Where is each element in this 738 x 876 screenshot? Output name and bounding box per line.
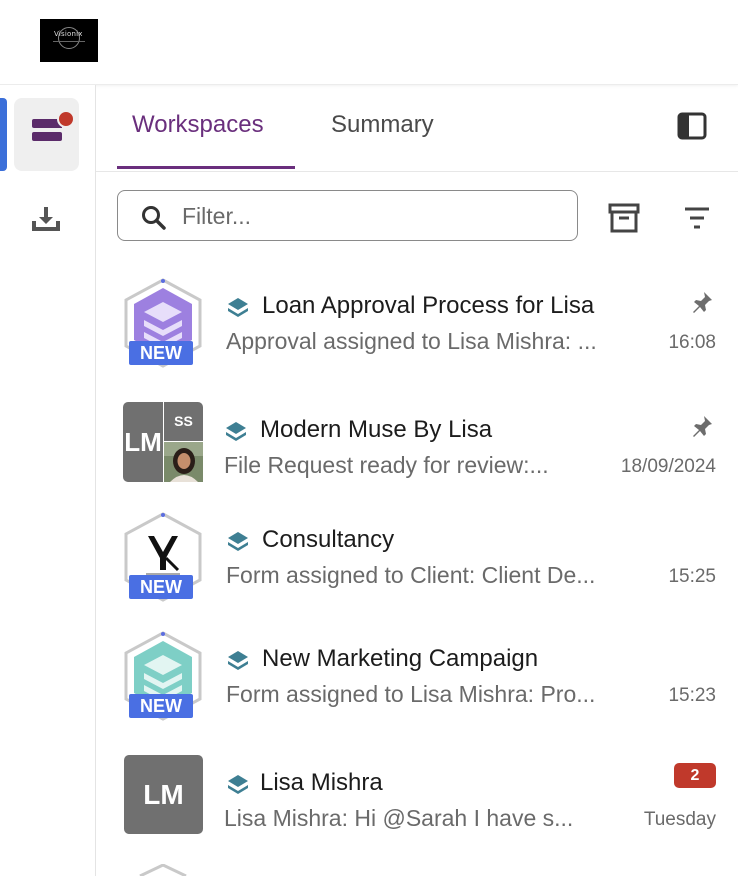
filter-field[interactable] [117,190,578,241]
title-row: Consultancy [226,526,738,556]
item-time: Tuesday [643,809,716,830]
item-subtitle: File Request ready for review:... [224,452,549,478]
list-item-workspace[interactable]: NEW Consultancy Form assigned to Client:… [96,512,738,630]
item-title: Consultancy [262,526,395,553]
avatar: LM [124,755,203,834]
item-time: 15:25 [668,566,716,587]
item-time: 15:23 [668,685,716,706]
left-rail [0,85,96,876]
top-bar: Visionix [0,0,738,85]
download-icon[interactable] [30,205,62,233]
item-time: 16:08 [668,332,716,353]
list-item-workspace[interactable]: NEW New Marketing Campaign Form assigned… [96,631,738,749]
search-icon [142,206,166,230]
logo-text: Visionix [54,30,83,38]
title-row: Lisa Mishra [226,769,738,799]
item-title: Lisa Mishra [260,769,383,796]
item-subtitle: Form assigned to Lisa Mishra: Pro... [226,681,596,707]
profile-photo [164,442,203,482]
avatar-initials-ss: SS [164,402,203,441]
avatar-initials-lm: LM [123,402,163,482]
sort-filter-icon[interactable] [682,204,712,232]
workspace-avatar: NEW [122,278,204,368]
next-item-avatar-partial [139,864,187,876]
logo-underline [53,41,85,42]
layers-icon [228,651,248,670]
workspace-avatar: NEW [122,512,204,602]
item-title: New Marketing Campaign [262,645,539,672]
new-badge: NEW [129,694,193,718]
item-subtitle: Lisa Mishra: Hi @Sarah I have s... [224,805,574,831]
item-title: Modern Muse By Lisa [260,416,493,443]
pin-icon[interactable] [690,414,714,438]
initials-text-2: SS [174,413,193,429]
title-row: Loan Approval Process for Lisa [226,292,738,322]
initials-text: LM [143,779,184,810]
workspaces-icon-bar [32,132,62,141]
new-badge: NEW [129,575,193,599]
title-row: New Marketing Campaign [226,645,738,675]
item-subtitle: Form assigned to Client: Client De... [226,562,596,588]
item-time: 18/09/2024 [620,456,716,477]
workspace-avatar: NEW [122,631,204,721]
rail-active-indicator [0,98,7,171]
initials-text: LM [124,427,162,457]
group-avatar: LM SS [123,402,203,482]
tab-summary[interactable]: Summary [331,111,434,139]
list-item-chat[interactable]: LM Lisa Mishra 2 Lisa Mishra: Hi @Sarah … [96,755,738,873]
item-subtitle: Approval assigned to Lisa Mishra: ... [226,328,597,354]
pin-icon[interactable] [690,290,714,314]
unread-count-badge: 2 [674,763,716,788]
layers-icon [228,298,248,317]
active-tab-underline [117,166,295,169]
layers-icon [226,422,246,441]
company-logo[interactable]: Visionix [40,19,98,62]
tab-workspaces[interactable]: Workspaces [132,111,264,139]
tab-bar: Workspaces Summary [96,85,738,172]
panel-toggle-icon[interactable] [677,112,707,140]
title-row: Modern Muse By Lisa [224,416,738,446]
item-title: Loan Approval Process for Lisa [262,292,595,319]
list-item-workspace[interactable]: LM SS Modern Muse By Lisa File Request r… [96,402,738,520]
filter-input[interactable] [180,201,564,231]
list-item-workspace[interactable]: NEW Loan Approval Process for Lisa Appro… [96,278,738,396]
layers-icon [228,532,248,551]
archive-icon[interactable] [607,202,641,234]
layers-icon [228,775,248,794]
rail-workspaces-button[interactable] [14,98,79,171]
new-badge: NEW [129,341,193,365]
notification-dot [57,110,75,128]
